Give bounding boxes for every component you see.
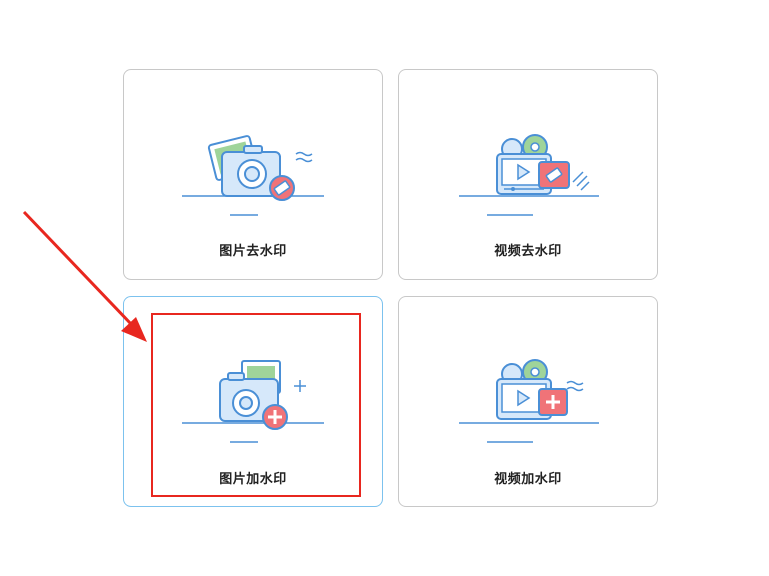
video-player-add-icon	[459, 359, 599, 443]
video-player-eraser-icon	[459, 134, 599, 216]
card-video-remove-watermark[interactable]: 视频去水印	[398, 69, 658, 280]
card-label: 图片去水印	[219, 244, 287, 259]
photo-camera-eraser-icon	[182, 135, 324, 216]
card-label: 视频加水印	[494, 472, 562, 487]
card-photo-remove-watermark[interactable]: 图片去水印	[123, 69, 383, 280]
card-video-add-watermark[interactable]: 视频加水印	[398, 296, 658, 507]
photo-camera-add-icon	[182, 360, 324, 443]
card-label: 视频去水印	[494, 244, 562, 259]
card-label: 图片加水印	[219, 472, 287, 487]
card-photo-add-watermark[interactable]: 图片加水印	[123, 296, 383, 507]
